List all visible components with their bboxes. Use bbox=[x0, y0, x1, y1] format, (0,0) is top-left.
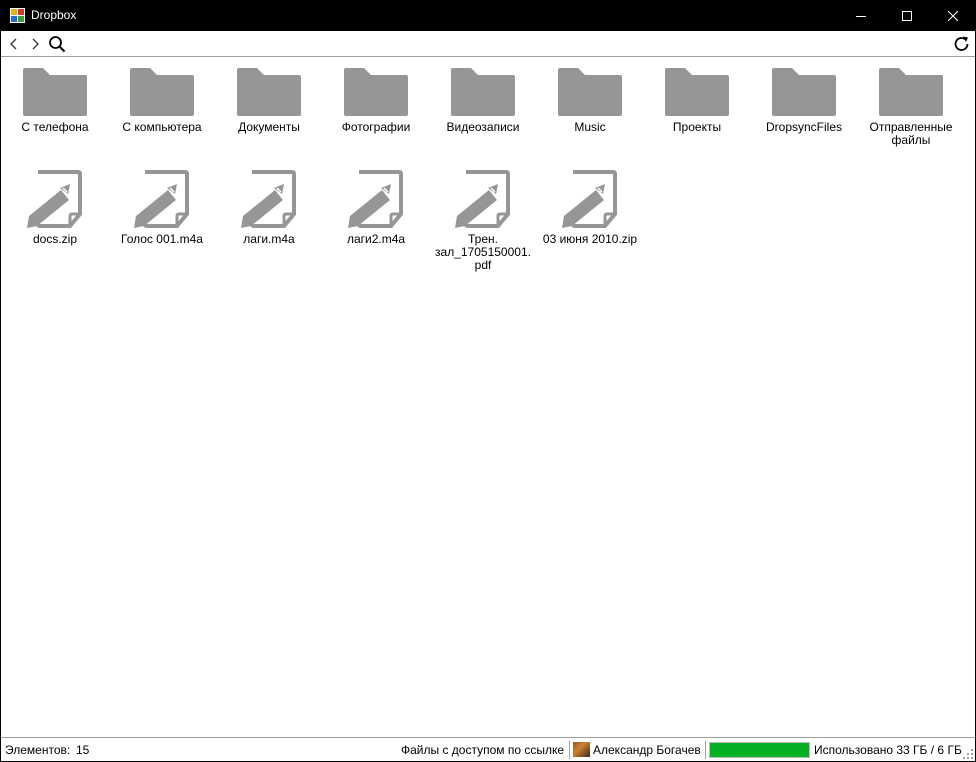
file-label: Голос 001.m4a bbox=[121, 232, 203, 246]
folder-icon bbox=[344, 68, 408, 116]
file-edit-icon bbox=[562, 170, 617, 228]
close-button[interactable] bbox=[930, 0, 976, 31]
refresh-icon bbox=[954, 36, 969, 51]
folder-icon bbox=[772, 68, 836, 116]
window-title: Dropbox bbox=[31, 8, 77, 22]
toolbar bbox=[1, 31, 975, 57]
file-browser: С телефона С компьютера Документы Фотогр… bbox=[1, 57, 975, 737]
items-count-value: 15 bbox=[76, 743, 90, 757]
user-name[interactable]: Александр Богачев bbox=[593, 743, 701, 757]
file-edit-icon bbox=[348, 170, 403, 228]
client-area: С телефона С компьютера Документы Фотогр… bbox=[1, 31, 975, 761]
folder-label: Проекты bbox=[672, 120, 722, 134]
folder-label: С компьютера bbox=[122, 120, 202, 134]
chevron-right-icon bbox=[32, 38, 39, 50]
file-item[interactable]: 03 июня 2010.zip bbox=[542, 170, 638, 246]
file-label: docs.zip bbox=[32, 232, 78, 246]
folder-label: Отправленные файлы bbox=[869, 120, 953, 147]
status-separator bbox=[705, 741, 706, 759]
title-bar[interactable]: Dropbox bbox=[0, 0, 976, 31]
folder-label: Music bbox=[574, 120, 606, 134]
shared-link-button[interactable]: Файлы с доступом по ссылке bbox=[401, 743, 564, 757]
folder-item[interactable]: С компьютера bbox=[114, 68, 210, 134]
status-bar: Элементов: 15 Файлы с доступом по ссылке… bbox=[1, 737, 975, 761]
folder-icon bbox=[130, 68, 194, 116]
file-label: лаги2.m4a bbox=[346, 232, 406, 246]
folder-item[interactable]: Music bbox=[542, 68, 638, 134]
maximize-icon bbox=[902, 10, 912, 21]
forward-button[interactable] bbox=[26, 35, 44, 53]
file-item[interactable]: docs.zip bbox=[7, 170, 103, 246]
folder-item[interactable]: Видеозаписи bbox=[435, 68, 531, 134]
app-icon bbox=[10, 8, 25, 23]
file-item[interactable]: лаги2.m4a bbox=[328, 170, 424, 246]
dropbox-window: Dropbox С телефона С компьютера Документ… bbox=[0, 0, 976, 762]
file-edit-icon bbox=[455, 170, 510, 228]
folder-item[interactable]: Проекты bbox=[649, 68, 745, 134]
items-count-label: Элементов: bbox=[5, 743, 71, 757]
file-label: Трен. зал_1705150001.pdf bbox=[435, 232, 531, 272]
storage-usage-fill bbox=[710, 743, 809, 757]
file-edit-icon bbox=[241, 170, 296, 228]
minimize-button[interactable] bbox=[838, 0, 884, 31]
folder-icon bbox=[558, 68, 622, 116]
search-button[interactable] bbox=[48, 35, 66, 53]
folder-label: С телефона bbox=[21, 120, 89, 134]
folder-item[interactable]: Фотографии bbox=[328, 68, 424, 134]
folder-icon bbox=[665, 68, 729, 116]
folder-item[interactable]: DropsyncFiles bbox=[756, 68, 852, 134]
resize-grip-icon[interactable] bbox=[963, 749, 973, 759]
file-item[interactable]: Голос 001.m4a bbox=[114, 170, 210, 246]
folder-item[interactable]: Отправленные файлы bbox=[863, 68, 959, 147]
file-edit-icon bbox=[134, 170, 189, 228]
back-button[interactable] bbox=[5, 35, 23, 53]
file-label: 03 июня 2010.zip bbox=[542, 232, 638, 246]
status-separator bbox=[569, 741, 570, 759]
folder-item[interactable]: С телефона bbox=[7, 68, 103, 134]
folder-label: Видеозаписи bbox=[446, 120, 520, 134]
folder-icon bbox=[451, 68, 515, 116]
minimize-icon bbox=[856, 15, 866, 17]
close-icon bbox=[948, 10, 958, 21]
folder-item[interactable]: Документы bbox=[221, 68, 317, 134]
folder-icon bbox=[237, 68, 301, 116]
user-avatar bbox=[573, 742, 590, 757]
search-icon bbox=[49, 36, 66, 53]
refresh-button[interactable] bbox=[953, 35, 971, 53]
folder-icon bbox=[879, 68, 943, 116]
maximize-button[interactable] bbox=[884, 0, 930, 31]
folder-icon bbox=[23, 68, 87, 116]
folder-label: Документы bbox=[238, 120, 300, 134]
storage-usage-bar bbox=[709, 742, 810, 758]
file-item[interactable]: лаги.m4a bbox=[221, 170, 317, 246]
chevron-left-icon bbox=[10, 38, 17, 50]
file-edit-icon bbox=[27, 170, 82, 228]
storage-usage-text: Использовано 33 ГБ / 6 ГБ bbox=[814, 743, 962, 757]
file-item[interactable]: Трен. зал_1705150001.pdf bbox=[435, 170, 531, 272]
folder-label: DropsyncFiles bbox=[765, 120, 843, 134]
file-label: лаги.m4a bbox=[243, 232, 295, 246]
folder-label: Фотографии bbox=[341, 120, 411, 134]
